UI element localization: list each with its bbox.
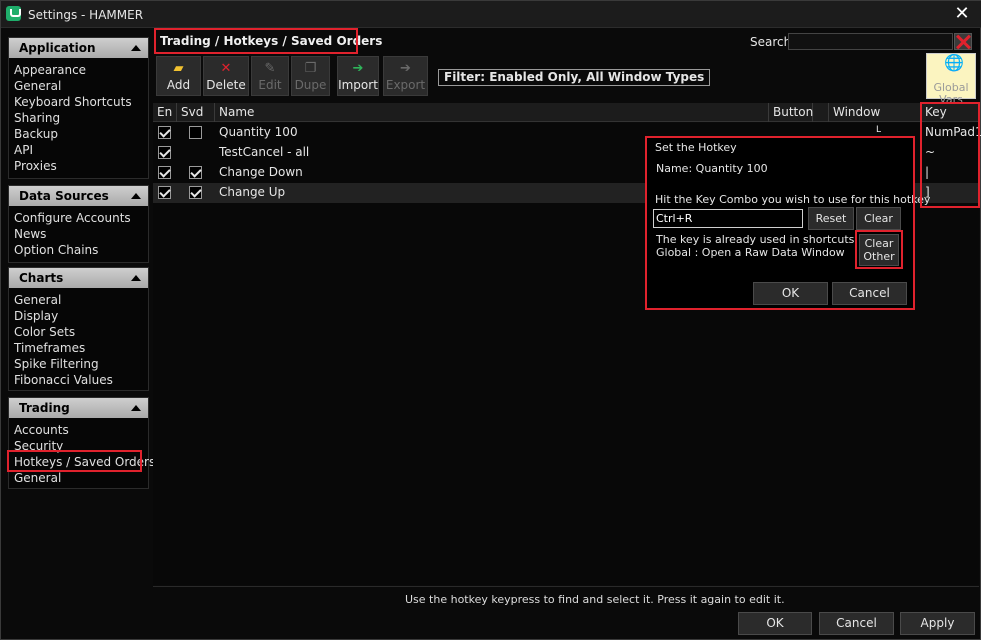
title-bar: Settings - HAMMER ✕ — [1, 1, 981, 28]
saved-checkbox[interactable] — [189, 126, 202, 139]
collapse-triangle-icon[interactable] — [131, 45, 141, 51]
sidebar-group-trading: Trading Accounts Security Hotkeys / Save… — [8, 397, 155, 489]
enabled-checkbox[interactable] — [158, 186, 171, 199]
col-header-key[interactable]: Key — [921, 103, 979, 122]
import-arrow-icon: ➔ — [352, 61, 364, 76]
hint-text: Use the hotkey keypress to find and sele… — [405, 593, 785, 606]
clear-other-button[interactable]: Clear Other — [859, 234, 899, 266]
group-header-trading[interactable]: Trading — [9, 398, 148, 418]
duplicate-icon: ❐ — [304, 61, 317, 76]
sidebar-group-data-sources: Data Sources Configure Accounts News Opt… — [8, 185, 149, 263]
sidebar-item-general[interactable]: General — [14, 78, 148, 94]
row-name: TestCancel - all — [219, 145, 310, 159]
sidebar-item-option-chains[interactable]: Option Chains — [14, 242, 148, 258]
sidebar-item-keyboard-shortcuts[interactable]: Keyboard Shortcuts — [14, 94, 148, 110]
apply-button[interactable]: Apply — [900, 612, 975, 635]
sidebar-item-accounts[interactable]: Accounts — [14, 422, 148, 438]
export-arrow-icon: ➔ — [400, 61, 411, 76]
ok-button[interactable]: OK — [738, 612, 812, 635]
page-title: Trading / Hotkeys / Saved Orders — [160, 34, 383, 48]
sidebar-group-application: Application Appearance General Keyboard … — [8, 37, 149, 179]
collapse-triangle-icon[interactable] — [131, 275, 141, 281]
clear-search-icon[interactable] — [954, 33, 972, 50]
reset-button[interactable]: Reset — [808, 207, 854, 230]
group-header-application[interactable]: Application — [9, 38, 148, 58]
search-input[interactable] — [788, 33, 953, 50]
row-key: | — [925, 165, 930, 179]
close-icon[interactable]: ✕ — [947, 3, 977, 24]
add-button[interactable]: ▰ Add — [156, 56, 201, 96]
search-label: Search — [750, 35, 792, 49]
sidebar-item-backup[interactable]: Backup — [14, 126, 148, 142]
hotkey-combo-input[interactable] — [653, 209, 803, 228]
saved-checkbox[interactable] — [189, 166, 202, 179]
settings-window: Settings - HAMMER ✕ Application Appearan… — [0, 0, 981, 640]
col-header-en[interactable]: En — [153, 103, 177, 122]
dialog-cancel-button[interactable]: Cancel — [832, 282, 907, 305]
group-header-charts[interactable]: Charts — [9, 268, 148, 288]
enabled-checkbox[interactable] — [158, 146, 171, 159]
row-key: NumPad1 — [925, 125, 981, 139]
dupe-button[interactable]: ❐ Dupe — [291, 56, 330, 96]
sidebar-item-news[interactable]: News — [14, 226, 148, 242]
global-vars-button[interactable]: 🌐 Global Vars — [926, 53, 976, 106]
cancel-button[interactable]: Cancel — [819, 612, 894, 635]
collapse-triangle-icon[interactable] — [131, 405, 141, 411]
conflict-message-line2: Global : Open a Raw Data Window — [656, 246, 845, 259]
sidebar-item-general[interactable]: General — [14, 470, 148, 486]
enabled-checkbox[interactable] — [158, 166, 171, 179]
hammer-app-icon — [6, 6, 21, 21]
filter-chip[interactable]: Filter: Enabled Only, All Window Types — [438, 69, 711, 86]
row-name: Quantity 100 — [219, 125, 298, 139]
edit-button[interactable]: ✎ Edit — [251, 56, 289, 96]
enabled-checkbox[interactable] — [158, 126, 171, 139]
conflict-message-line1: The key is already used in shortcuts: — [656, 233, 859, 246]
sidebar-group-charts: Charts General Display Color Sets Timefr… — [8, 267, 149, 391]
collapse-triangle-icon[interactable] — [131, 193, 141, 199]
sidebar-item-security[interactable]: Security — [14, 438, 148, 454]
col-header-spacer — [813, 103, 829, 122]
col-header-window[interactable]: Window — [829, 103, 921, 122]
dialog-instruction: Hit the Key Combo you wish to use for th… — [655, 193, 931, 206]
sidebar-item-hotkeys-saved-orders[interactable]: Hotkeys / Saved Orders — [14, 454, 155, 470]
row-key: ~ — [925, 145, 936, 159]
globe-icon: 🌐 — [944, 53, 964, 72]
col-header-name[interactable]: Name — [215, 103, 769, 122]
export-button[interactable]: ➔ Export — [383, 56, 428, 96]
col-header-svd[interactable]: Svd — [177, 103, 215, 122]
delete-button[interactable]: ✕ Delete — [203, 56, 249, 96]
dialog-hotkey-name: Name: Quantity 100 — [656, 162, 768, 175]
clear-button[interactable]: Clear — [856, 207, 901, 230]
grid-header: En Svd Name Button Window Key — [153, 103, 979, 122]
sidebar-item-configure-accounts[interactable]: Configure Accounts — [14, 210, 148, 226]
sidebar-item-spike-filtering[interactable]: Spike Filtering — [14, 356, 148, 372]
edit-pencil-icon: ✎ — [264, 61, 276, 76]
sidebar-item-timeframes[interactable]: Timeframes — [14, 340, 148, 356]
row-name: Change Up — [219, 185, 286, 199]
import-button[interactable]: ➔ Import — [337, 56, 379, 96]
sidebar-item-proxies[interactable]: Proxies — [14, 158, 148, 174]
sidebar-item-color-sets[interactable]: Color Sets — [14, 324, 148, 340]
saved-checkbox[interactable] — [189, 186, 202, 199]
window-title: Settings - HAMMER — [28, 8, 144, 22]
sidebar-item-api[interactable]: API — [14, 142, 148, 158]
sidebar-item-sharing[interactable]: Sharing — [14, 110, 148, 126]
sidebar-item-general[interactable]: General — [14, 292, 148, 308]
sidebar-item-fibonacci-values[interactable]: Fibonacci Values — [14, 372, 148, 388]
col-header-button[interactable]: Button — [769, 103, 813, 122]
sidebar-item-display[interactable]: Display — [14, 308, 148, 324]
add-folder-icon: ▰ — [173, 61, 184, 76]
row-window: L — [876, 125, 882, 135]
sidebar-item-appearance[interactable]: Appearance — [14, 62, 148, 78]
group-header-data-sources[interactable]: Data Sources — [9, 186, 148, 206]
dialog-ok-button[interactable]: OK — [753, 282, 828, 305]
delete-x-icon: ✕ — [220, 61, 232, 76]
dialog-title: Set the Hotkey — [655, 141, 737, 154]
row-name: Change Down — [219, 165, 303, 179]
